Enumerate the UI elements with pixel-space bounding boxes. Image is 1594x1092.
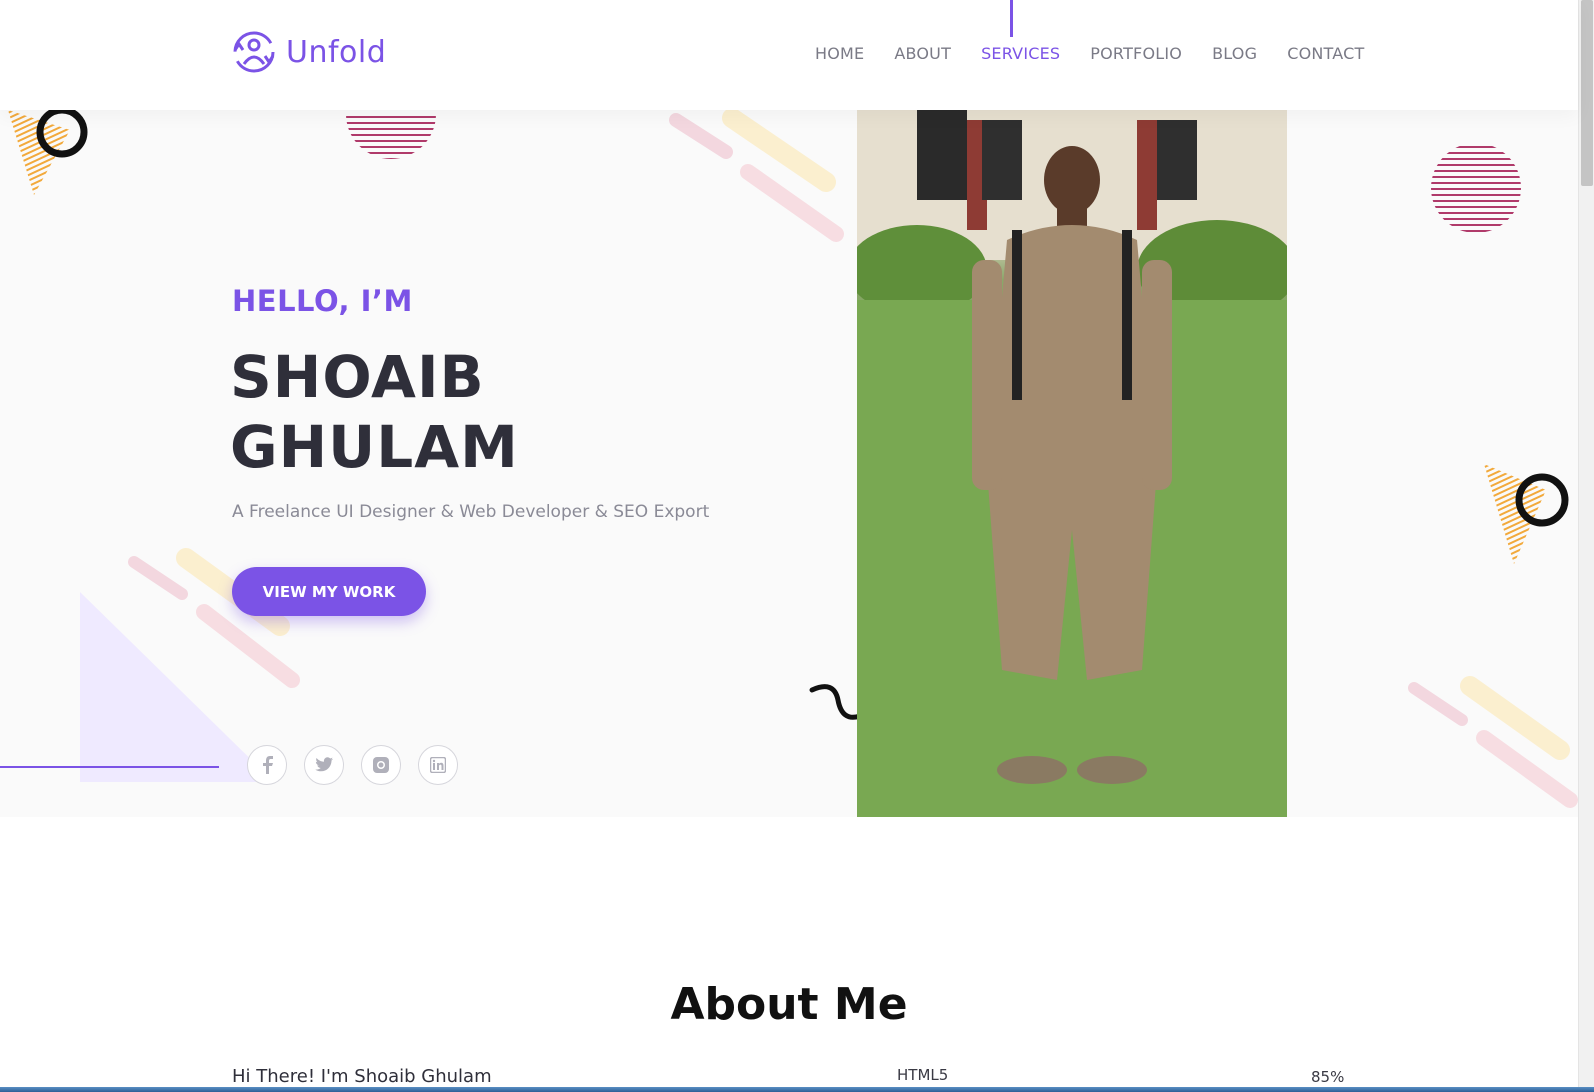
hero-greeting: HELLO, I’M bbox=[232, 284, 413, 318]
decor-striped-circle bbox=[346, 114, 436, 159]
social-links bbox=[247, 745, 458, 785]
profile-photo bbox=[857, 110, 1287, 817]
about-intro: Hi There! I'm Shoaib Ghulam bbox=[232, 1066, 492, 1087]
nav-contact[interactable]: CONTACT bbox=[1287, 44, 1364, 63]
person-cycle-icon bbox=[233, 31, 275, 73]
instagram-icon[interactable] bbox=[361, 745, 401, 785]
nav-home[interactable]: HOME bbox=[815, 44, 864, 63]
twitter-icon[interactable] bbox=[304, 745, 344, 785]
os-taskbar bbox=[0, 1087, 1594, 1092]
nav-services[interactable]: SERVICES bbox=[981, 44, 1060, 63]
hero-last-name: GHULAM bbox=[230, 413, 519, 481]
profile-photo-illustration bbox=[857, 110, 1287, 817]
nav-active-indicator bbox=[1010, 0, 1013, 37]
site-header: Unfold HOME ABOUT SERVICES PORTFOLIO BLO… bbox=[0, 0, 1578, 110]
decor-lavender-triangle bbox=[80, 592, 274, 782]
hero-accent-line bbox=[0, 766, 219, 768]
skill-percent: 85% bbox=[1311, 1068, 1345, 1086]
decor-squiggle bbox=[809, 684, 863, 720]
facebook-icon[interactable] bbox=[247, 745, 287, 785]
brand-logo[interactable]: Unfold bbox=[230, 28, 386, 76]
nav-about[interactable]: ABOUT bbox=[894, 44, 951, 63]
skill-name: HTML5 bbox=[897, 1066, 949, 1084]
hero-tagline: A Freelance UI Designer & Web Developer … bbox=[232, 502, 710, 522]
hero-section: HELLO, I’M SHOAIB GHULAM A Freelance UI … bbox=[0, 110, 1578, 817]
page-scrollbar[interactable] bbox=[1578, 0, 1594, 1087]
nav-blog[interactable]: BLOG bbox=[1212, 44, 1257, 63]
main-nav: HOME ABOUT SERVICES PORTFOLIO BLOG CONTA… bbox=[815, 44, 1364, 63]
brand-name: Unfold bbox=[286, 34, 387, 70]
about-title: About Me bbox=[670, 978, 908, 1030]
hero-name: SHOAIB GHULAM bbox=[230, 342, 519, 482]
scrollbar-thumb[interactable] bbox=[1581, 0, 1593, 186]
hero-first-name: SHOAIB bbox=[230, 343, 485, 411]
linkedin-icon[interactable] bbox=[418, 745, 458, 785]
decor-striped-circle-right bbox=[1431, 143, 1521, 233]
nav-portfolio[interactable]: PORTFOLIO bbox=[1090, 44, 1182, 63]
view-my-work-button[interactable]: VIEW MY WORK bbox=[232, 567, 426, 616]
